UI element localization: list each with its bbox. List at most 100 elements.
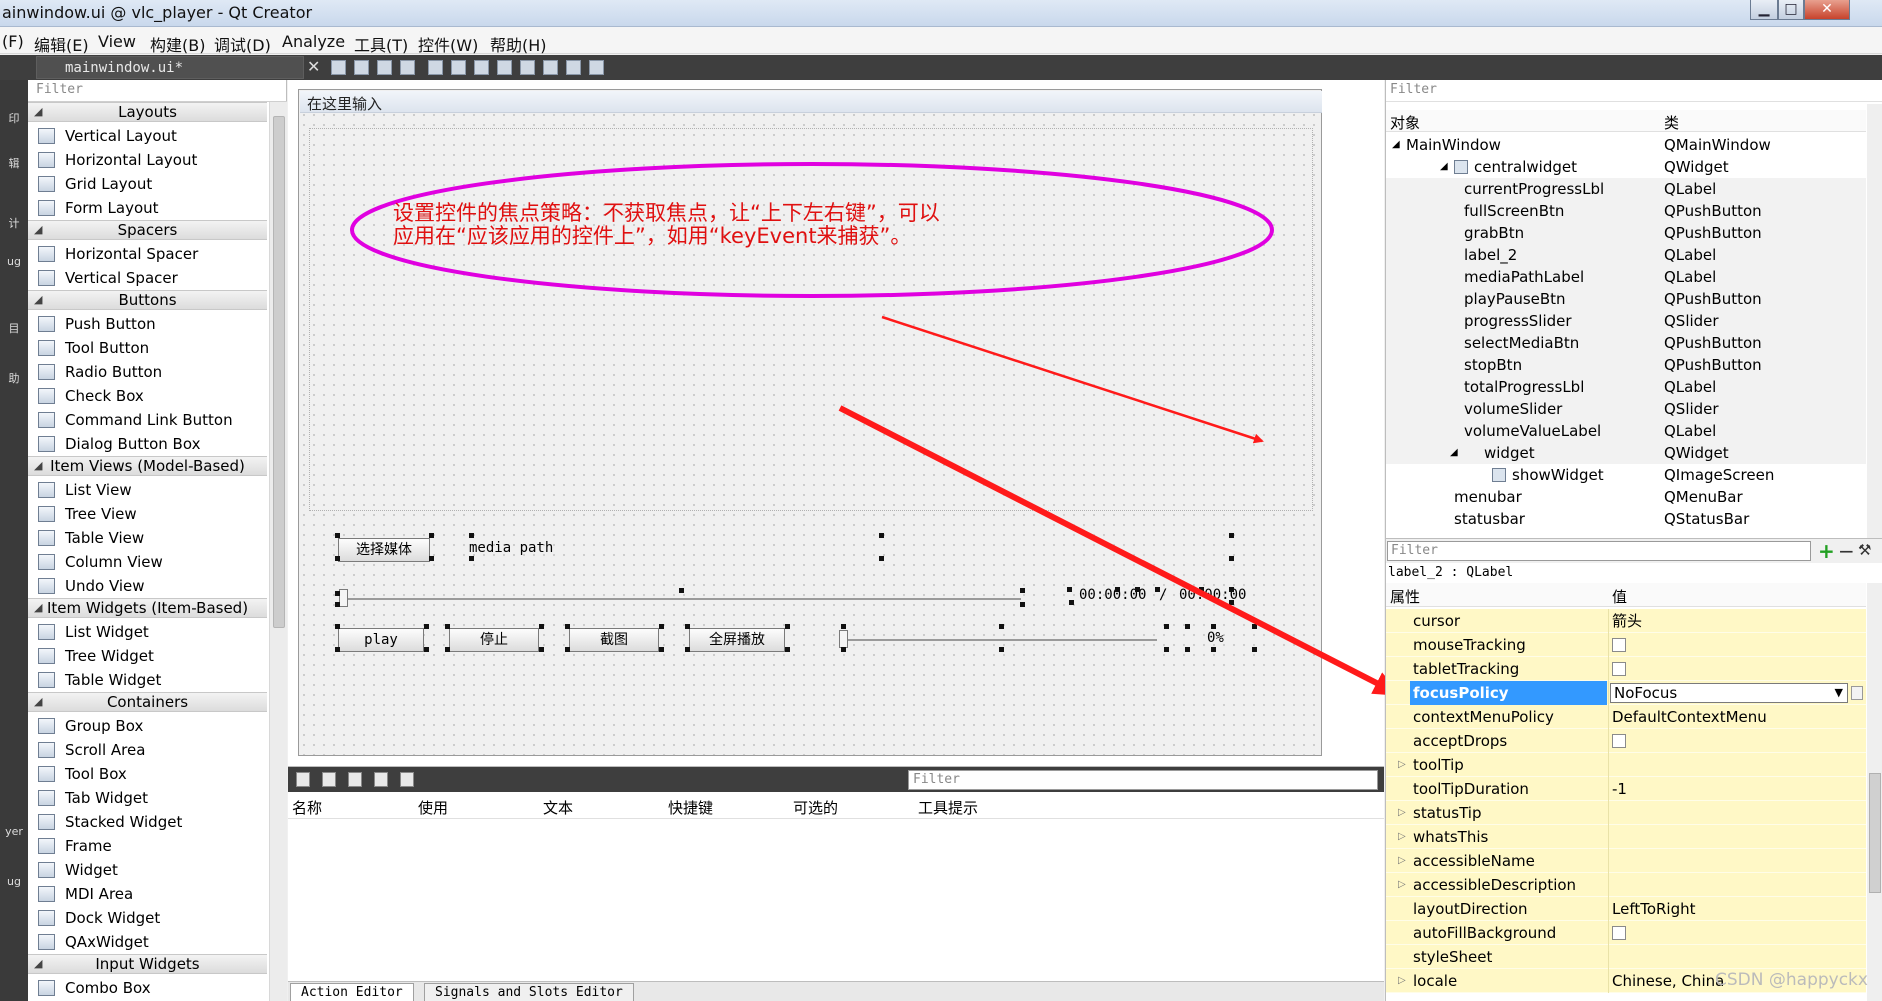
selection-handle[interactable]: [1185, 624, 1190, 629]
volume-value-label[interactable]: 0%: [1207, 630, 1224, 646]
expand-arrow-icon[interactable]: ▷: [1398, 801, 1406, 825]
property-row-toolTipDuration[interactable]: toolTipDuration -1: [1386, 777, 1866, 801]
selection-handle[interactable]: [1199, 587, 1204, 592]
break-layout-icon[interactable]: [566, 60, 581, 75]
widget-item[interactable]: Scroll Area: [28, 738, 267, 762]
selection-handle[interactable]: [1185, 647, 1190, 652]
property-checkbox[interactable]: [1612, 638, 1626, 652]
chevron-down-icon[interactable]: ▼: [1835, 684, 1843, 702]
widget-item[interactable]: Dock Widget: [28, 906, 267, 930]
action-column-header[interactable]: 文本: [543, 797, 573, 818]
property-checkbox[interactable]: [1612, 734, 1626, 748]
tab-action-editor[interactable]: Action Editor: [290, 983, 414, 1001]
object-inspector-scrollbar[interactable]: [1867, 104, 1882, 538]
widget-item[interactable]: Horizontal Layout: [28, 148, 267, 172]
play-pause-button[interactable]: play: [338, 628, 424, 652]
property-row-styleSheet[interactable]: styleSheet: [1386, 945, 1866, 969]
configure-action-icon[interactable]: [400, 772, 414, 787]
menu-item[interactable]: 控件(W): [418, 32, 478, 56]
close-button[interactable]: ✕: [1804, 0, 1850, 20]
object-tree-row[interactable]: showWidget QImageScreen: [1386, 464, 1866, 486]
selection-handle[interactable]: [999, 624, 1004, 629]
widget-category[interactable]: ◢ Input Widgets: [28, 954, 267, 974]
selection-handle[interactable]: [565, 624, 570, 629]
mode-button[interactable]: 目: [0, 320, 28, 336]
class-column-header[interactable]: 类: [1664, 112, 1679, 133]
object-tree-row[interactable]: stopBtn QPushButton: [1386, 354, 1866, 376]
menu-item[interactable]: 调试(D): [214, 32, 271, 56]
layout-grid-icon[interactable]: [543, 60, 558, 75]
selection-handle[interactable]: [1155, 587, 1160, 592]
selection-handle[interactable]: [565, 647, 570, 652]
object-tree-row[interactable]: fullScreenBtn QPushButton: [1386, 200, 1866, 222]
property-row-accessibleName[interactable]: ▷ accessibleName: [1386, 849, 1866, 873]
widget-category[interactable]: ◢ Containers: [28, 692, 267, 712]
object-tree-row[interactable]: ◢ centralwidget QWidget: [1386, 156, 1866, 178]
object-filter-input[interactable]: Filter: [1386, 80, 1882, 102]
selection-handle[interactable]: [1229, 600, 1234, 605]
progress-slider-track[interactable]: [341, 598, 1021, 600]
selection-handle[interactable]: [335, 602, 340, 607]
selection-handle[interactable]: [424, 647, 429, 652]
widget-item[interactable]: Tool Box: [28, 762, 267, 786]
property-column-header[interactable]: 属性: [1390, 586, 1420, 607]
media-path-label[interactable]: media path: [469, 540, 553, 556]
selection-handle[interactable]: [539, 647, 544, 652]
widget-item[interactable]: List View: [28, 478, 267, 502]
object-tree-row[interactable]: currentProgressLbl QLabel: [1386, 178, 1866, 200]
collapse-arrow-icon[interactable]: ◢: [34, 955, 42, 973]
property-row-autoFillBackground[interactable]: autoFillBackground: [1386, 921, 1866, 945]
mode-button[interactable]: 印: [0, 110, 28, 126]
focus-policy-combo[interactable]: NoFocus ▼: [1610, 683, 1848, 703]
widget-item[interactable]: Tree Widget: [28, 644, 267, 668]
property-row-mouseTracking[interactable]: mouseTracking: [1386, 633, 1866, 657]
selection-handle[interactable]: [335, 591, 340, 596]
grab-button[interactable]: 截图: [569, 628, 659, 652]
minimize-button[interactable]: ▁: [1750, 0, 1778, 20]
widget-item[interactable]: QAxWidget: [28, 930, 267, 954]
widget-item[interactable]: Widget: [28, 858, 267, 882]
selection-handle[interactable]: [659, 647, 664, 652]
action-column-header[interactable]: 工具提示: [918, 797, 978, 818]
action-column-header[interactable]: 名称: [292, 797, 322, 818]
widget-item[interactable]: Check Box: [28, 384, 267, 408]
selection-handle[interactable]: [785, 647, 790, 652]
widget-item[interactable]: Vertical Layout: [28, 124, 267, 148]
time-separator-label[interactable]: /: [1159, 587, 1167, 603]
form-menubar[interactable]: 在这里输入: [300, 91, 1322, 113]
selection-handle[interactable]: [679, 588, 684, 593]
object-tree-row[interactable]: ◢ widget QWidget: [1386, 442, 1866, 464]
action-column-header[interactable]: 使用: [418, 797, 448, 818]
expand-arrow-icon[interactable]: ▷: [1398, 873, 1406, 897]
property-row-layoutDirection[interactable]: layoutDirection LeftToRight: [1386, 897, 1866, 921]
collapse-arrow-icon[interactable]: ◢: [34, 221, 42, 239]
total-progress-label[interactable]: 00:00:00: [1179, 587, 1246, 603]
reset-property-icon[interactable]: [1851, 686, 1863, 700]
expand-arrow-icon[interactable]: ▷: [1398, 825, 1406, 849]
selection-handle[interactable]: [1069, 600, 1074, 605]
menu-item[interactable]: View: [98, 32, 136, 51]
menu-item[interactable]: Analyze: [282, 32, 345, 51]
fullscreen-button[interactable]: 全屏播放: [689, 628, 785, 652]
widget-item[interactable]: Grid Layout: [28, 172, 267, 196]
menu-item[interactable]: 编辑(E): [34, 32, 89, 56]
layout-vertical-icon[interactable]: [451, 60, 466, 75]
property-value[interactable]: Chinese, China: [1612, 969, 1724, 993]
property-row-statusTip[interactable]: ▷ statusTip: [1386, 801, 1866, 825]
mode-button[interactable]: 计: [0, 215, 28, 231]
selection-handle[interactable]: [879, 556, 884, 561]
type-here-label[interactable]: 在这里输入: [307, 93, 382, 114]
selection-handle[interactable]: [659, 624, 664, 629]
property-filter-input[interactable]: Filter: [1387, 541, 1811, 561]
mode-button[interactable]: ug: [0, 875, 28, 888]
widget-category[interactable]: ◢ Item Views (Model-Based): [28, 456, 267, 476]
menu-item[interactable]: 工具(T): [354, 32, 408, 56]
selection-handle[interactable]: [335, 556, 340, 561]
widget-item[interactable]: Form Layout: [28, 196, 267, 220]
object-tree-row[interactable]: selectMediaBtn QPushButton: [1386, 332, 1866, 354]
widget-item[interactable]: Push Button: [28, 312, 267, 336]
selection-handle[interactable]: [424, 624, 429, 629]
selection-handle[interactable]: [335, 533, 340, 538]
widget-item[interactable]: Table View: [28, 526, 267, 550]
widget-filter-input[interactable]: Filter: [28, 80, 287, 102]
